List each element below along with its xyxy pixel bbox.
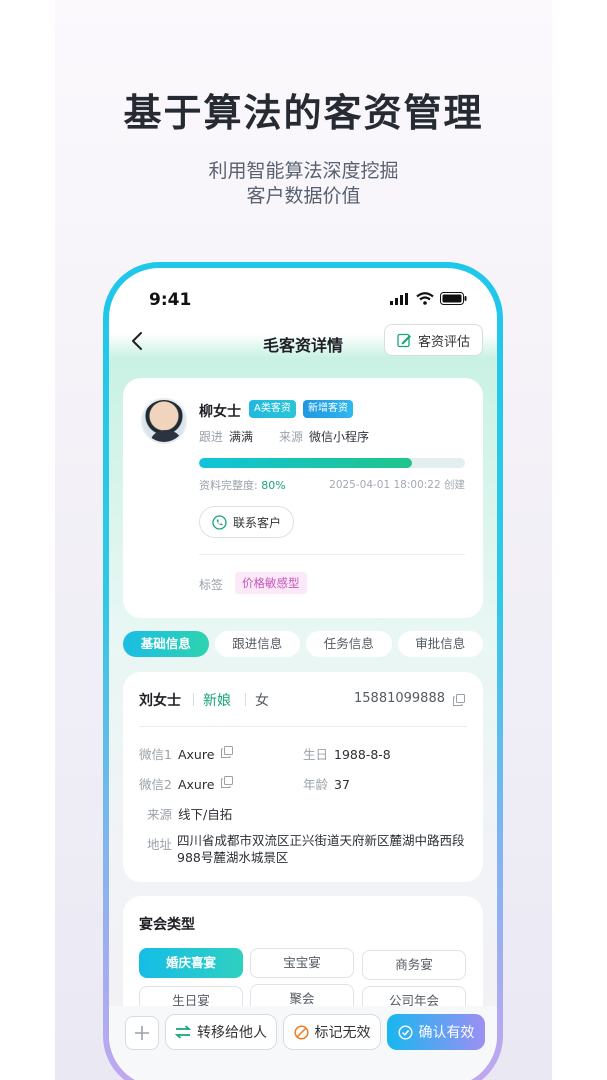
phone-screen: 9:41 毛客资详情 客资评估 柳女士 A类客资 新增客资 跟进 满满 来源 微… [109, 268, 497, 1080]
wechat2-value: Axure [177, 777, 215, 792]
status-icons [390, 292, 467, 305]
banquet-option-business[interactable]: 商务宴 [362, 950, 466, 980]
wifi-icon [416, 292, 434, 305]
phone-icon [212, 514, 227, 530]
source-value: 线下/自拓 [178, 807, 233, 822]
age-label: 年龄 [303, 777, 329, 792]
follow-label: 跟进 [199, 430, 224, 444]
created-timestamp: 2025-04-01 18:00:22 创建 [329, 479, 465, 491]
age-row: 年龄 37 [303, 774, 350, 793]
wechat2-label: 微信2 [139, 777, 172, 792]
transfer-label: 转移给他人 [197, 1025, 267, 1041]
edit-note-icon [397, 333, 411, 347]
wechat2-row: 微信2 Axure [139, 774, 214, 793]
banquet-type-title: 宴会类型 [139, 917, 195, 933]
transfer-arrows-icon [175, 1025, 191, 1039]
price-sensitive-label-chip[interactable]: 价格敏感型 [235, 572, 307, 594]
separator [245, 693, 246, 706]
copy-wechat2-icon[interactable] [221, 776, 233, 788]
completeness-progress-bar [199, 458, 465, 468]
birthday-value: 1988-8-8 [334, 747, 391, 762]
new-lead-tag: 新增客资 [303, 400, 353, 418]
labels-title: 标签 [199, 578, 224, 592]
tab-task-info[interactable]: 任务信息 [306, 631, 392, 657]
wechat1-label: 微信1 [139, 747, 172, 762]
status-time: 9:41 [149, 290, 192, 310]
age-value: 37 [334, 777, 350, 792]
contact-phone: 15881099888 [354, 691, 445, 706]
birthday-row: 生日 1988-8-8 [303, 744, 391, 763]
source-label: 来源 [279, 430, 304, 444]
contact-customer-button[interactable]: 联系客户 [199, 506, 295, 538]
status-bar: 9:41 [109, 268, 497, 326]
customer-profile-card: 柳女士 A类客资 新增客资 跟进 满满 来源 微信小程序 资料完整度: 80% … [123, 378, 483, 618]
nav-bar: 毛客资详情 客资评估 [109, 320, 497, 364]
battery-icon [440, 292, 467, 305]
completeness-value: 80% [261, 479, 286, 492]
banquet-option-wedding[interactable]: 婚庆喜宴 [139, 948, 243, 978]
source-label: 来源 [147, 807, 173, 822]
phone-frame: 9:41 毛客资详情 客资评估 柳女士 A类客资 新增客资 跟进 满满 来源 微… [103, 262, 503, 1080]
promo-subline-2: 客户数据价值 [246, 185, 361, 207]
tab-follow-info[interactable]: 跟进信息 [214, 631, 300, 657]
source-row: 来源 线下/自拓 [147, 804, 232, 823]
promo-headline: 基于算法的客资管理 [123, 91, 484, 135]
tab-approval-info[interactable]: 审批信息 [397, 631, 483, 657]
copy-wechat1-icon[interactable] [221, 746, 233, 758]
wechat1-row: 微信1 Axure [139, 744, 214, 763]
confirm-valid-label: 确认有效 [418, 1025, 475, 1041]
promo-subline-1: 利用智能算法深度挖掘 [208, 160, 399, 182]
basic-info-card: 刘女士 新娘 女 15881099888 微信1 Axure 生日 1988-8-8 [123, 672, 483, 882]
add-button[interactable] [125, 1016, 159, 1050]
contact-name: 刘女士 [139, 693, 181, 709]
divider [139, 726, 467, 727]
mark-invalid-label: 标记无效 [314, 1025, 371, 1041]
follow-value: 满满 [229, 430, 254, 444]
check-circle-icon [397, 1024, 413, 1040]
transfer-button[interactable]: 转移给他人 [165, 1014, 277, 1050]
wechat1-value: Axure [177, 747, 215, 762]
address-label: 地址 [147, 837, 173, 852]
tab-basic-info[interactable]: 基础信息 [123, 631, 209, 657]
separator [193, 693, 194, 706]
birthday-label: 生日 [303, 747, 329, 762]
source-value: 微信小程序 [309, 430, 370, 444]
contact-customer-label: 联系客户 [233, 515, 282, 530]
banquet-option-baby[interactable]: 宝宝宴 [250, 948, 354, 978]
avatar [141, 398, 187, 444]
customer-name: 柳女士 [199, 404, 241, 420]
confirm-valid-button[interactable]: 确认有效 [387, 1014, 485, 1050]
copy-phone-icon[interactable] [453, 694, 465, 706]
customer-evaluation-button[interactable]: 客资评估 [383, 324, 483, 356]
mark-invalid-button[interactable]: 标记无效 [283, 1014, 381, 1050]
ban-icon [293, 1024, 309, 1040]
completeness-progress-fill [199, 458, 412, 468]
follow-source-line: 跟进 满满 来源 微信小程序 [199, 428, 369, 445]
bottom-action-bar: 转移给他人 标记无效 确认有效 [109, 1006, 497, 1080]
divider [199, 554, 465, 555]
address-value: 四川省成都市双流区正兴街道天府新区麓湖中路西段988号麓湖水城景区 [177, 833, 465, 865]
info-tabs: 基础信息 跟进信息 任务信息 审批信息 [123, 631, 483, 657]
customer-evaluation-label: 客资评估 [417, 334, 470, 350]
plus-icon [135, 1026, 149, 1040]
class-a-tag: A类客资 [249, 400, 296, 418]
completeness-label: 资料完整度: [199, 479, 258, 492]
signal-icon [390, 292, 408, 305]
completeness-text: 资料完整度: 80% [199, 477, 286, 493]
contact-gender: 女 [255, 693, 269, 709]
contact-role: 新娘 [203, 693, 231, 709]
